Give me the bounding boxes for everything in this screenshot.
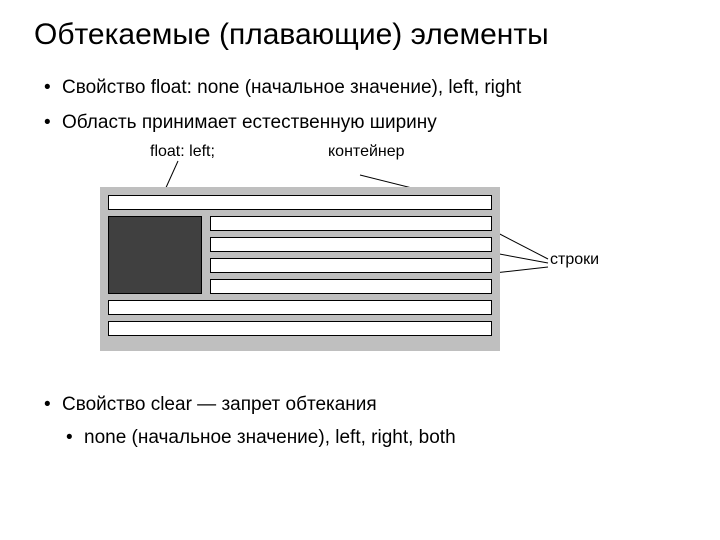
diagram-row — [108, 300, 492, 315]
label-float-left: float: left; — [150, 143, 230, 161]
label-lines: строки — [550, 251, 600, 269]
page-title: Обтекаемые (плавающие) элементы — [34, 18, 680, 52]
diagram-container — [100, 187, 500, 351]
diagram-row — [210, 216, 492, 231]
diagram-row — [210, 279, 492, 294]
bullet-clear-values: none (начальное значение), left, right, … — [62, 424, 680, 453]
diagram-row — [210, 237, 492, 252]
bullet-list-bottom: Свойство clear — запрет обтекания none (… — [40, 391, 680, 452]
diagram-row — [108, 321, 492, 336]
diagram-row — [108, 195, 492, 210]
sub-list: none (начальное значение), left, right, … — [62, 424, 680, 453]
float-diagram: float: left; контейнер строки — [80, 143, 640, 373]
bullet-float-property: Свойство float: none (начальное значение… — [40, 74, 680, 103]
label-container: контейнер — [328, 143, 408, 161]
diagram-float-box — [108, 216, 202, 294]
bullet-list-top: Свойство float: none (начальное значение… — [40, 74, 680, 137]
bullet-clear-property: Свойство clear — запрет обтекания none (… — [40, 391, 680, 452]
bullet-clear-text: Свойство clear — запрет обтекания — [62, 394, 377, 415]
diagram-row — [210, 258, 492, 273]
bullet-natural-width: Область принимает естественную ширину — [40, 109, 680, 138]
